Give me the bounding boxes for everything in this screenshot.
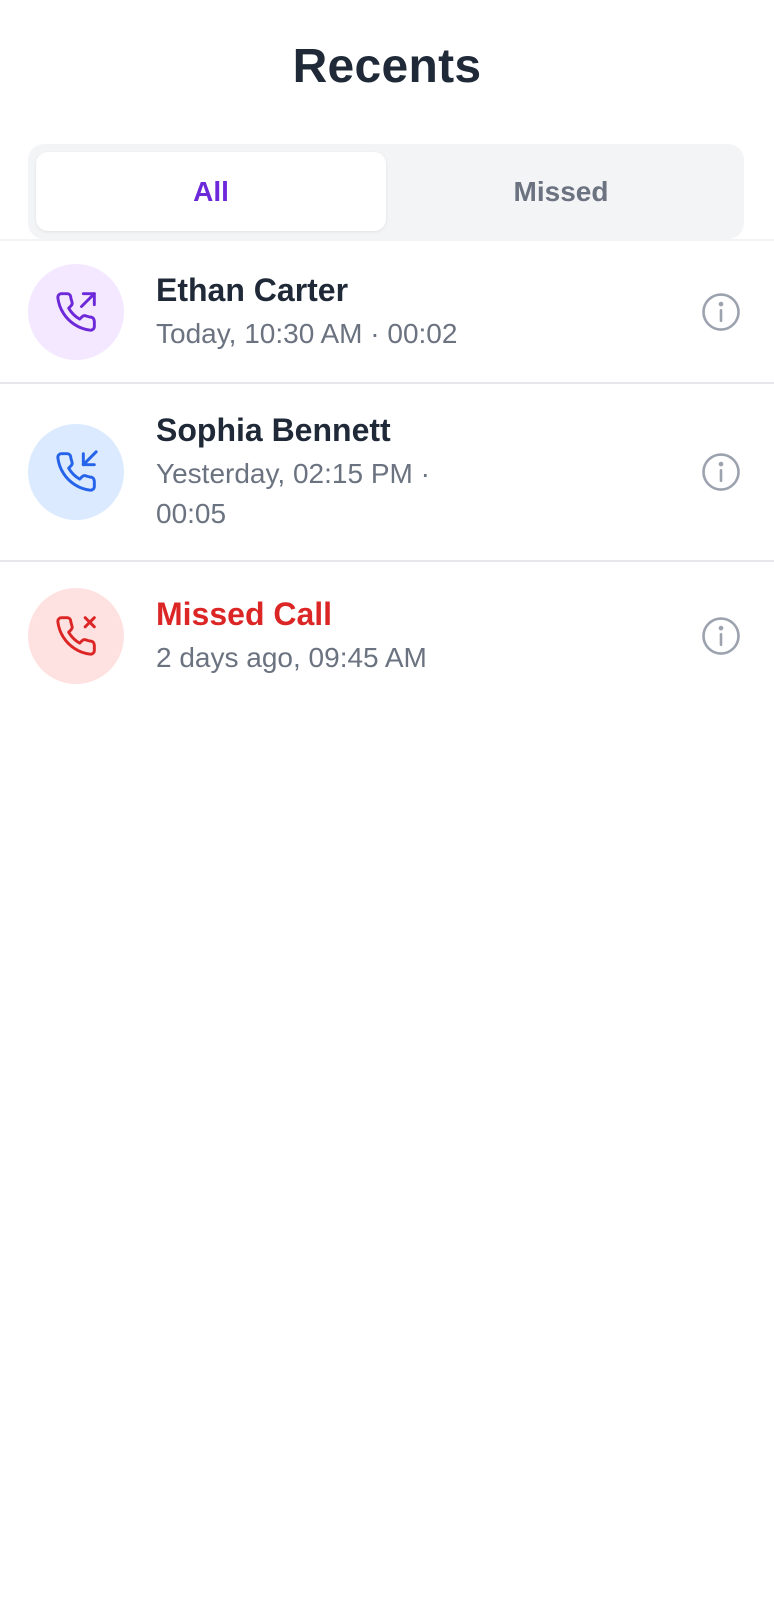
call-row-ethan-carter[interactable]: Ethan Carter Today, 10:30 AM · 00:02 <box>0 241 774 384</box>
header: Recents <box>0 0 774 140</box>
call-info: Ethan Carter Today, 10:30 AM · 00:02 <box>156 270 616 354</box>
call-details: 2 days ago, 09:45 AM <box>156 642 427 673</box>
call-details: Today, 10:30 AM · 00:02 <box>156 317 458 349</box>
call-row-missed[interactable]: Missed Call 2 days ago, 09:45 AM <box>0 562 774 710</box>
page-title: Recents <box>292 39 482 93</box>
info-icon <box>702 292 740 331</box>
recent-calls-list: Ethan Carter Today, 10:30 AM · 00:02 Sop… <box>0 241 774 710</box>
call-info: Sophia Bennett Yesterday, 02:15 PM · 00:… <box>156 410 486 534</box>
call-type-avatar <box>28 588 124 684</box>
phone-outgoing-icon <box>56 291 96 332</box>
call-row-sophia-bennett[interactable]: Sophia Bennett Yesterday, 02:15 PM · 00:… <box>0 384 774 562</box>
recents-screen: Recents All Missed Ethan Carter Today, 1… <box>0 0 774 1615</box>
call-details: Yesterday, 02:15 PM · 00:05 <box>156 458 430 529</box>
call-info: Missed Call 2 days ago, 09:45 AM <box>156 594 486 678</box>
tab-all[interactable]: All <box>36 152 386 231</box>
info-icon <box>702 453 740 491</box>
info-button[interactable] <box>700 291 742 333</box>
info-button[interactable] <box>700 451 742 493</box>
contact-name: Sophia Bennett <box>156 412 391 448</box>
tab-missed[interactable]: Missed <box>386 152 736 231</box>
call-type-avatar <box>28 263 124 360</box>
call-filter-segmented-control: All Missed <box>28 144 744 239</box>
info-icon <box>702 617 740 655</box>
info-button[interactable] <box>700 615 742 657</box>
call-type-avatar <box>28 424 124 520</box>
contact-name: Ethan Carter <box>156 271 349 308</box>
phone-missed-icon <box>56 616 96 656</box>
phone-incoming-icon <box>56 450 98 492</box>
contact-name: Missed Call <box>156 596 333 632</box>
